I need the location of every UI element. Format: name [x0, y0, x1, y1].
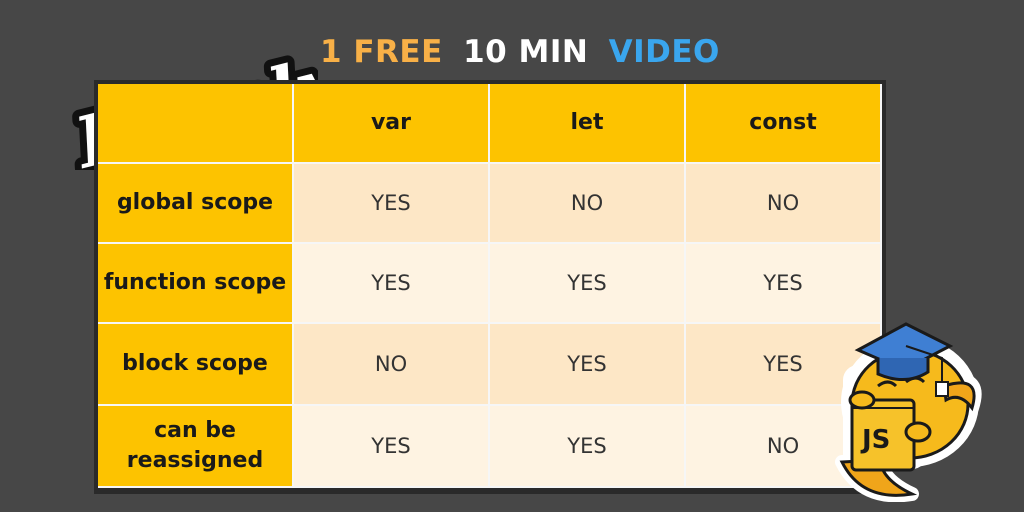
js-mascot-graduate-icon: JS — [835, 322, 982, 502]
column-header-2: let — [490, 84, 686, 164]
table-cell: NO — [490, 164, 686, 244]
table-cell: NO — [294, 324, 490, 406]
table-cell: NO — [686, 164, 882, 244]
table-cell: YES — [490, 406, 686, 488]
table-grid: var let const global scope YES NO NO function s… — [98, 84, 882, 490]
svg-text:JS: JS — [860, 425, 890, 455]
table-cell: YES — [490, 324, 686, 406]
table-cell: YES — [294, 164, 490, 244]
table-corner — [98, 84, 294, 164]
headline: 1 FREE 10 MIN VIDEO — [320, 34, 729, 74]
column-header-3: const — [686, 84, 882, 164]
table-cell: YES — [490, 244, 686, 324]
table-cell: YES — [294, 406, 490, 488]
headline-video: VIDEO — [608, 34, 720, 70]
column-header-1: var — [294, 84, 490, 164]
row-label: can be reassigned — [98, 406, 294, 488]
row-label: block scope — [98, 324, 294, 406]
headline-duration: 10 MIN — [463, 34, 589, 70]
scope-comparison-table: var let const global scope YES NO NO function s… — [94, 80, 886, 494]
headline-free: 1 FREE — [320, 34, 443, 70]
row-label: function scope — [98, 244, 294, 324]
table-cell: YES — [294, 244, 490, 324]
row-label: global scope — [98, 164, 294, 244]
